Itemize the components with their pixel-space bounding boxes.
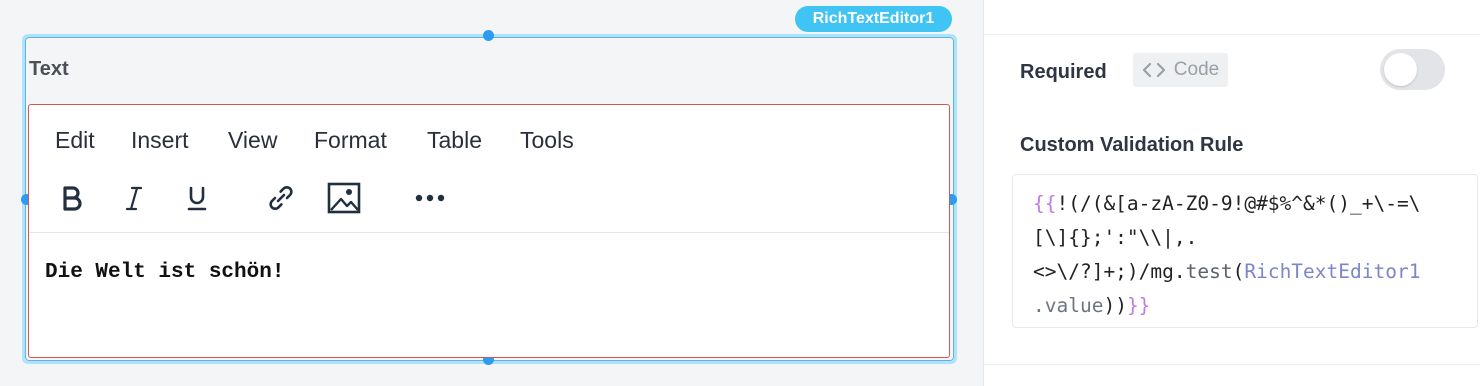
italic-icon[interactable] (115, 179, 153, 217)
code-text: !(/(&[a-zA-Z0-9!@#$%^&*()_+\-=\ (1056, 192, 1421, 215)
canvas: RichTextEditor1 Text Edit Insert View Fo… (0, 0, 983, 386)
code-text: [\]{};':"\\|,. (1033, 226, 1198, 249)
code-line: .value))}} (1033, 289, 1477, 323)
bold-icon[interactable] (53, 179, 91, 217)
custom-validation-label: Custom Validation Rule (1020, 134, 1244, 156)
binding-close-brace: }} (1126, 294, 1151, 317)
menu-edit[interactable]: Edit (55, 127, 95, 154)
image-icon[interactable] (325, 179, 363, 217)
menu-tools[interactable]: Tools (520, 127, 574, 154)
code-line: [\]{};':"\\|,. (1033, 221, 1477, 255)
widget-name-badge[interactable]: RichTextEditor1 (795, 6, 952, 32)
custom-validation-code-editor[interactable]: {{!(/(&[a-zA-Z0-9!@#$%^&*()_+\-=\ [\]{};… (1012, 174, 1478, 328)
required-toggle[interactable] (1380, 49, 1445, 90)
code-paren: ( (1232, 260, 1245, 283)
rich-text-editor[interactable]: Edit Insert View Format Table Tools Die … (28, 104, 950, 358)
editor-divider (29, 232, 949, 233)
editor-toolbar (29, 167, 949, 227)
link-icon[interactable] (262, 179, 300, 217)
binding-open-brace: {{ (1033, 192, 1057, 215)
underline-icon[interactable] (178, 179, 216, 217)
code-function: test (1185, 260, 1233, 283)
required-label: Required (1020, 61, 1107, 83)
code-identifier: RichTextEditor1 (1244, 260, 1421, 283)
code-toggle-button[interactable]: Code (1133, 53, 1228, 87)
field-label: Text (29, 58, 69, 80)
code-line: {{!(/(&[a-zA-Z0-9!@#$%^&*()_+\-=\ (1033, 187, 1477, 221)
editor-content[interactable]: Die Welt ist schön! (45, 261, 284, 284)
menu-view[interactable]: View (228, 127, 277, 154)
menu-table[interactable]: Table (427, 127, 482, 154)
resize-handle-top[interactable] (483, 30, 494, 41)
code-line: <>\/?]+;)/mg.test(RichTextEditor1 (1033, 255, 1477, 289)
code-chip-label: Code (1173, 59, 1220, 80)
section-divider (984, 34, 1480, 35)
property-pane: Required Code Custom Validation Rule {{!… (984, 0, 1480, 386)
code-text: <>\/?]+;)/mg. (1033, 260, 1186, 283)
code-property: .value (1033, 294, 1104, 317)
toggle-knob (1384, 53, 1417, 86)
menu-insert[interactable]: Insert (131, 127, 189, 154)
editor-menubar: Edit Insert View Format Table Tools (29, 105, 949, 165)
menu-format[interactable]: Format (314, 127, 387, 154)
section-divider (984, 364, 1480, 365)
code-paren: )) (1103, 294, 1127, 317)
more-icon[interactable] (411, 179, 449, 217)
code-icon (1142, 62, 1165, 78)
